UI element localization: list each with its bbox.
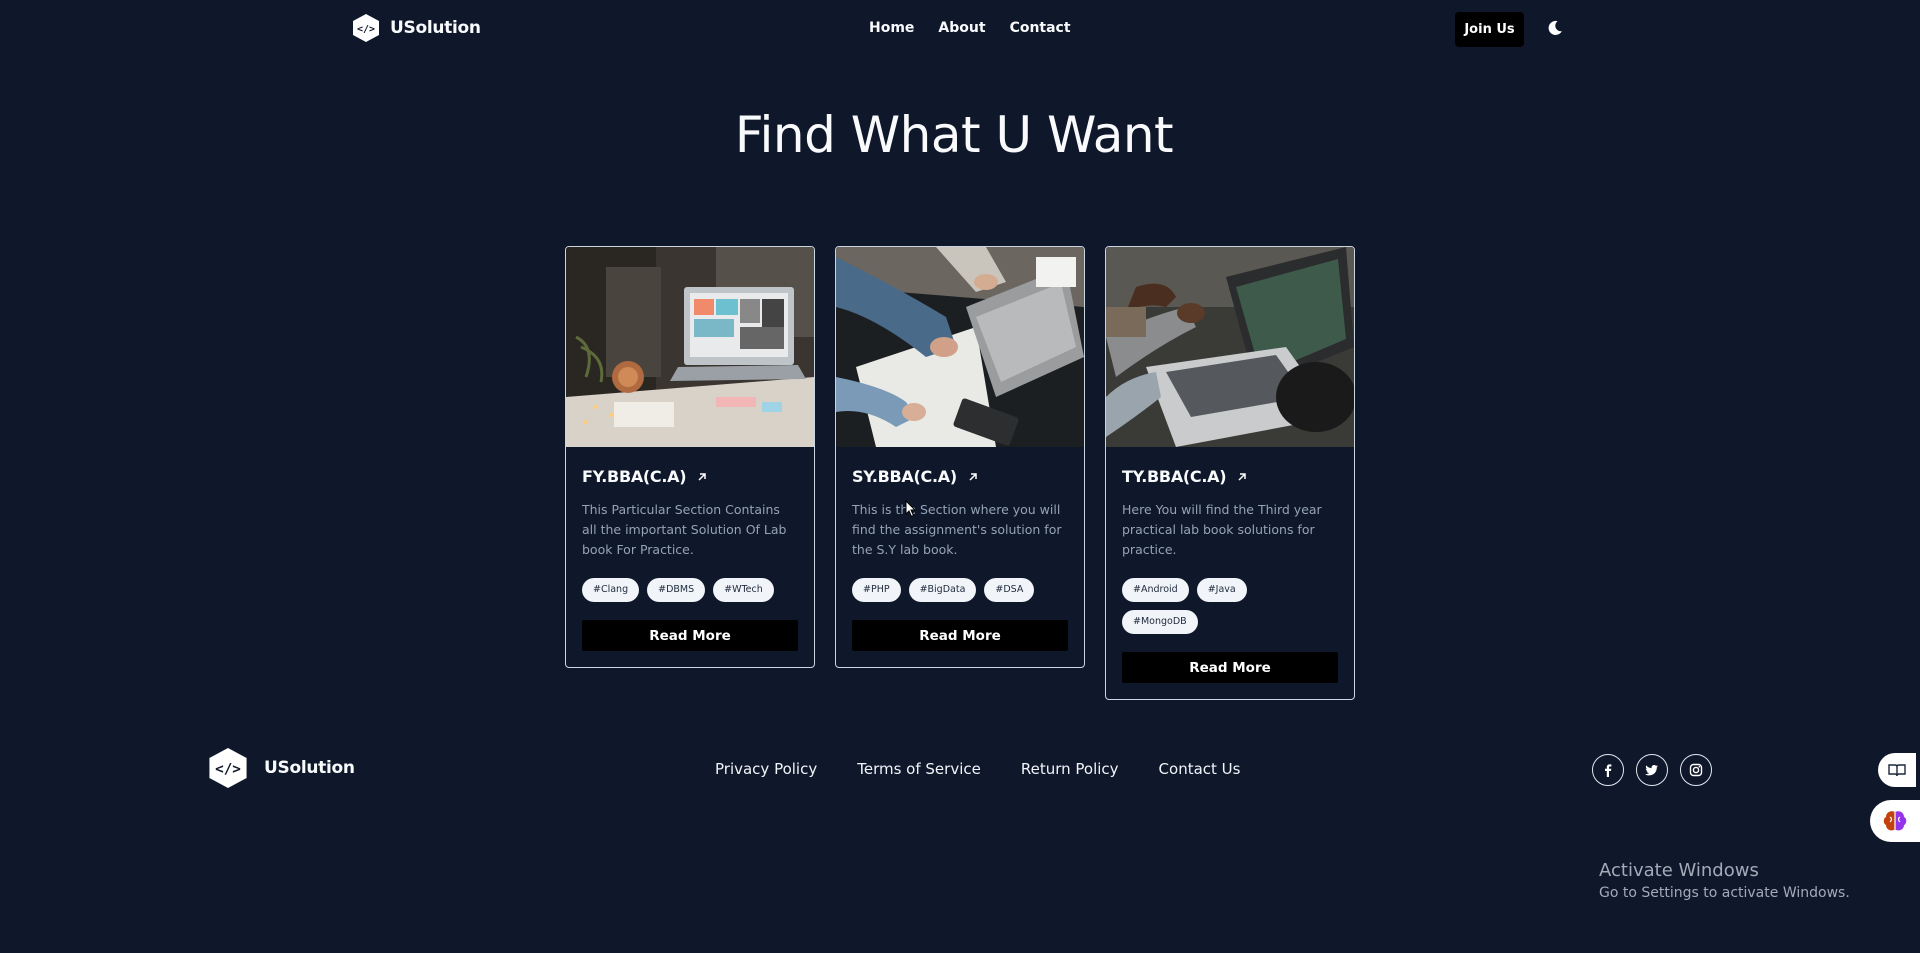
card-description: This is the Section where you will find … [852, 502, 1062, 557]
read-more-button[interactable]: Read More [1122, 652, 1338, 683]
social-links [1592, 754, 1712, 786]
facebook-icon[interactable] [1592, 754, 1624, 786]
code-hex-logo-icon: </> [353, 14, 379, 42]
footer-link-contact[interactable]: Contact Us [1159, 760, 1241, 778]
reader-mode-book-icon[interactable] [1878, 753, 1916, 787]
tag[interactable]: #DSA [984, 578, 1035, 602]
tag[interactable]: #WTech [713, 578, 774, 602]
footer-brand[interactable]: </> USolution [208, 746, 355, 790]
site-header: </> USolution Home About Contact Join Us [0, 0, 1920, 58]
footer-link-privacy[interactable]: Privacy Policy [715, 760, 817, 778]
tag[interactable]: #DBMS [647, 578, 706, 602]
footer-link-return[interactable]: Return Policy [1021, 760, 1119, 778]
card-description: Here You will find the Third year practi… [1122, 502, 1322, 557]
course-card-fy: FY.BBA(C.A) This Particular Section Cont… [565, 246, 815, 668]
hands-laptop-photo [1106, 247, 1354, 447]
svg-text:</>: </> [215, 762, 241, 778]
arrow-up-right-icon[interactable] [1236, 471, 1248, 483]
nav-contact[interactable]: Contact [1010, 20, 1071, 36]
mouse-cursor-icon [905, 500, 917, 518]
code-hex-logo-icon: </> [209, 748, 247, 788]
people-writing-laptop-photo [836, 247, 1084, 447]
join-us-button[interactable]: Join Us [1455, 12, 1524, 47]
brand-name: USolution [390, 18, 481, 38]
card-title[interactable]: TY.BBA(C.A) [1122, 467, 1227, 486]
nav-about[interactable]: About [938, 20, 985, 36]
watermark-subtitle: Go to Settings to activate Windows. [1599, 885, 1850, 901]
tag[interactable]: #Java [1196, 578, 1247, 602]
card-title[interactable]: SY.BBA(C.A) [852, 467, 957, 486]
brain-assistant-icon[interactable] [1870, 800, 1920, 842]
tag-list: #PHP #BigData #DSA [852, 578, 1068, 602]
arrow-up-right-icon[interactable] [696, 471, 708, 483]
page-title: Find What U Want [734, 106, 1174, 164]
nav-home[interactable]: Home [869, 20, 914, 36]
arrow-up-right-icon[interactable] [967, 471, 979, 483]
brand-logo-link[interactable]: </> USolution [352, 13, 481, 43]
tag[interactable]: #Android [1122, 578, 1189, 602]
tag[interactable]: #MongoDB [1122, 610, 1198, 634]
main-nav: Home About Contact [869, 20, 1071, 36]
footer-brand-name: USolution [264, 758, 355, 778]
footer-links: Privacy Policy Terms of Service Return P… [715, 760, 1240, 778]
read-more-button[interactable]: Read More [582, 620, 798, 651]
tag-list: #Clang #DBMS #WTech [582, 578, 798, 602]
course-card-sy: SY.BBA(C.A) This is the Section where yo… [835, 246, 1085, 668]
twitter-icon[interactable] [1636, 754, 1668, 786]
laptop-desk-photo [566, 247, 814, 447]
tag[interactable]: #BigData [908, 578, 977, 602]
instagram-icon[interactable] [1680, 754, 1712, 786]
windows-activation-watermark: Activate Windows Go to Settings to activ… [1599, 860, 1850, 901]
footer-link-terms[interactable]: Terms of Service [857, 760, 981, 778]
watermark-title: Activate Windows [1599, 860, 1759, 881]
card-description: This Particular Section Contains all the… [582, 502, 787, 557]
card-title[interactable]: FY.BBA(C.A) [582, 467, 687, 486]
svg-text:</>: </> [357, 24, 375, 35]
tag[interactable]: #Clang [582, 578, 640, 602]
read-more-button[interactable]: Read More [852, 620, 1068, 651]
tag-list: #Android #Java #MongoDB [1122, 578, 1302, 634]
course-card-ty: TY.BBA(C.A) Here You will find the Third… [1105, 246, 1355, 700]
tag[interactable]: #PHP [852, 578, 901, 602]
moon-icon[interactable] [1545, 18, 1565, 38]
